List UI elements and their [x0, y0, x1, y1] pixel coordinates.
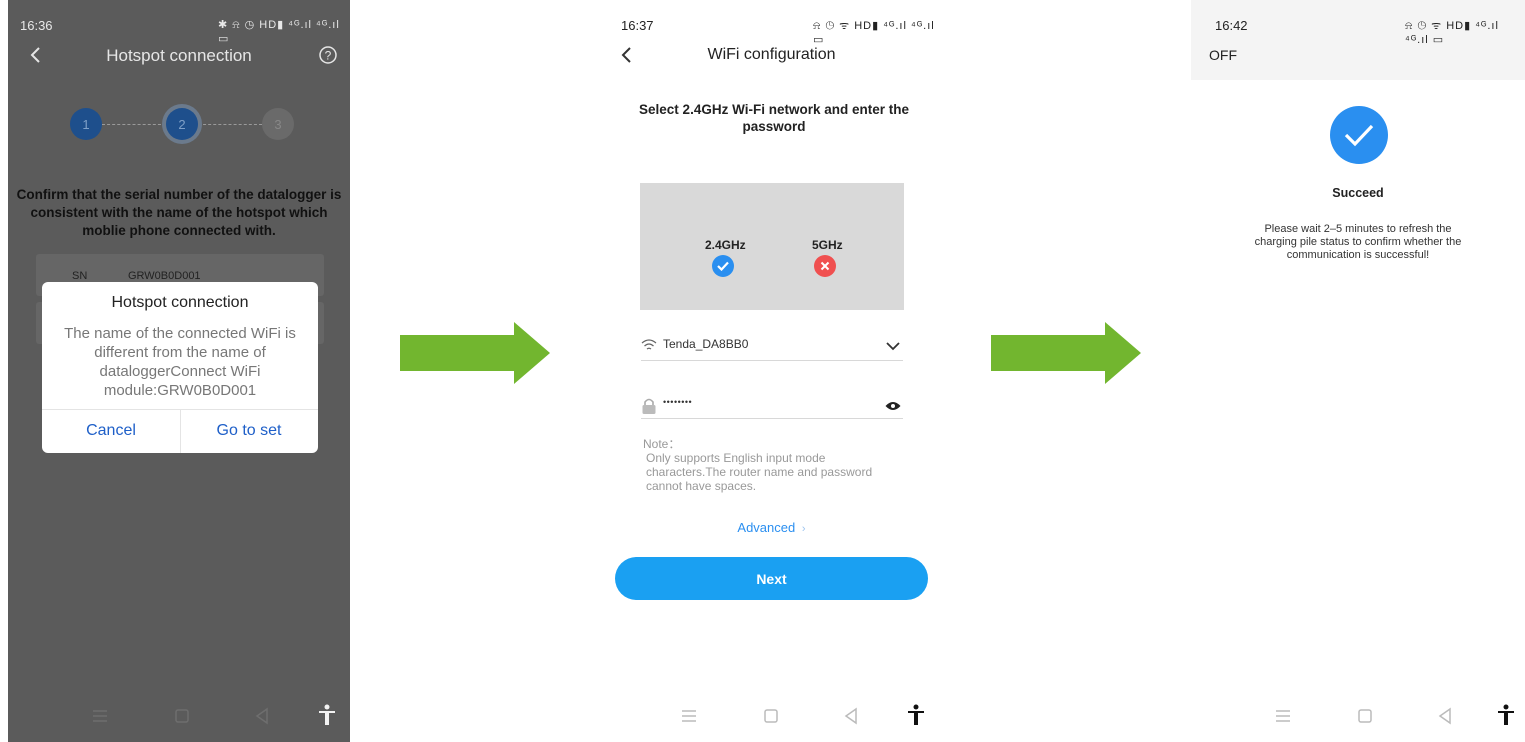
- checkmark-icon: [712, 255, 734, 277]
- note-body: Only supports English input mode charact…: [646, 451, 873, 493]
- sn-value: GRW0B0D001: [128, 270, 201, 282]
- home-icon[interactable]: [763, 708, 779, 724]
- back-triangle-icon[interactable]: [254, 707, 270, 725]
- password-value: ••••••••: [663, 397, 693, 407]
- menu-icon[interactable]: [92, 709, 108, 723]
- home-icon[interactable]: [174, 708, 190, 724]
- accessibility-icon[interactable]: [318, 704, 336, 726]
- system-nav-bar: [599, 692, 944, 742]
- accessibility-icon[interactable]: [1497, 704, 1515, 726]
- dialog-message: The name of the connected WiFi is differ…: [64, 325, 296, 399]
- status-time: 16:37: [621, 18, 654, 33]
- error-x-icon: [814, 255, 836, 277]
- help-circle-icon[interactable]: ?: [318, 45, 338, 65]
- status-icons: ⍾ ◷ ᯤ HD▮ ⁴ᴳ.ıl ⁴ᴳ.ıl ▭: [1405, 20, 1499, 46]
- flow-arrow-icon: [991, 322, 1141, 384]
- status-time: 16:42: [1215, 18, 1248, 33]
- step-2: 2: [166, 108, 198, 140]
- status-icons: ✱ ⍾ ◷ HD▮ ⁴ᴳ.ıl ⁴ᴳ.ıl ▭: [218, 19, 340, 45]
- accessibility-icon[interactable]: [907, 704, 925, 726]
- status-time: 16:36: [20, 18, 53, 33]
- hotspot-dialog: Hotspot connection The name of the conne…: [42, 282, 318, 453]
- back-triangle-icon[interactable]: [1437, 707, 1453, 725]
- home-icon[interactable]: [1357, 708, 1373, 724]
- band-5-label: 5GHz: [812, 238, 843, 252]
- cancel-button[interactable]: Cancel: [42, 409, 180, 453]
- band-24-label: 2.4GHz: [705, 238, 746, 252]
- eye-icon[interactable]: [885, 401, 901, 411]
- note-block: Note： Only supports English input mode c…: [643, 437, 903, 493]
- chevron-down-icon[interactable]: [885, 341, 901, 351]
- ssid-select[interactable]: Tenda_DA8BB0: [641, 331, 903, 361]
- svg-text:?: ?: [325, 49, 332, 63]
- wifi-heading: Select 2.4GHz Wi-Fi network and enter th…: [639, 102, 909, 134]
- step-connector: [102, 124, 166, 125]
- step-1: 1: [70, 108, 102, 140]
- confirm-instructions: Confirm that the serial number of the da…: [16, 187, 342, 238]
- sn-label: SN: [72, 270, 88, 282]
- success-content: [1191, 80, 1525, 692]
- ssid-value: Tenda_DA8BB0: [663, 337, 749, 351]
- system-nav-bar: [1191, 692, 1525, 742]
- note-title: Note：: [643, 437, 681, 451]
- dialog-title: Hotspot connection: [111, 294, 249, 311]
- success-message: Please wait 2–5 minutes to refresh the c…: [1254, 223, 1462, 261]
- lock-icon: [642, 398, 656, 414]
- band-illustration: 2.4GHz 5GHz: [640, 183, 904, 310]
- back-triangle-icon[interactable]: [843, 707, 859, 725]
- flow-arrow-icon: [400, 322, 550, 384]
- phone-screen-wifi-config: 16:37 ⍾ ◷ ᯤ HD▮ ⁴ᴳ.ıl ⁴ᴳ.ıl ▭ WiFi confi…: [599, 0, 944, 742]
- chevron-right-icon: ›: [798, 523, 806, 535]
- off-label: OFF: [1209, 47, 1237, 63]
- system-nav-bar: [8, 692, 350, 742]
- advanced-link[interactable]: Advanced ›: [599, 520, 944, 535]
- phone-screen-success: 16:42 ⍾ ◷ ᯤ HD▮ ⁴ᴳ.ıl ⁴ᴳ.ıl ▭ OFF Succee…: [1191, 0, 1525, 742]
- menu-icon[interactable]: [681, 709, 697, 723]
- step-connector: [198, 124, 262, 125]
- wifi-icon: [641, 339, 657, 350]
- menu-icon[interactable]: [1275, 709, 1291, 723]
- step-3: 3: [262, 108, 294, 140]
- phone-screen-hotspot: 16:36 ✱ ⍾ ◷ HD▮ ⁴ᴳ.ıl ⁴ᴳ.ıl ▭ Hotspot co…: [8, 0, 350, 742]
- status-icons: ⍾ ◷ ᯤ HD▮ ⁴ᴳ.ıl ⁴ᴳ.ıl ▭: [813, 20, 935, 46]
- success-title: Succeed: [1332, 186, 1384, 200]
- success-check-icon: [1330, 106, 1388, 164]
- next-button[interactable]: Next: [615, 557, 928, 600]
- page-title: Hotspot connection: [106, 46, 252, 65]
- advanced-label: Advanced: [737, 520, 796, 535]
- password-field[interactable]: ••••••••: [641, 389, 903, 419]
- page-title: WiFi configuration: [707, 46, 836, 63]
- go-to-set-button[interactable]: Go to set: [180, 409, 318, 453]
